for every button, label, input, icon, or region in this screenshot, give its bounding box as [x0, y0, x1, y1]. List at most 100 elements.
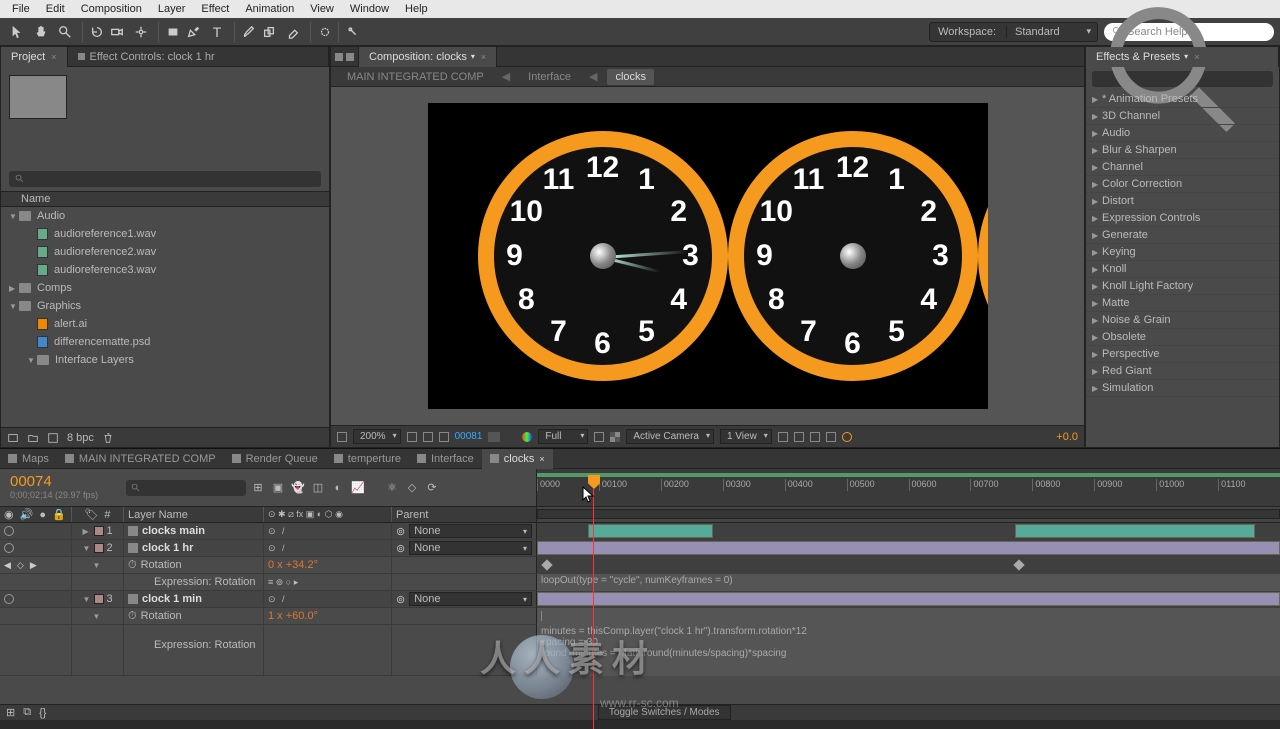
twirl-icon[interactable]: ▼: [93, 612, 103, 621]
draft-3d-icon[interactable]: ▣: [270, 480, 286, 496]
zoom-select[interactable]: 200%: [353, 429, 401, 444]
twirl-icon[interactable]: ▶: [1092, 95, 1102, 104]
pickwhip-icon[interactable]: ⊚: [396, 593, 405, 606]
footer-icon[interactable]: {}: [39, 707, 46, 719]
expression-label[interactable]: Expression: Rotation: [154, 576, 256, 588]
comp-mini-flowchart-icon[interactable]: ⊞: [250, 480, 266, 496]
pickwhip-icon[interactable]: ⊚: [396, 525, 405, 538]
menu-effect[interactable]: Effect: [193, 3, 237, 15]
twirl-icon[interactable]: ▶: [1092, 146, 1102, 155]
visibility-toggle[interactable]: [4, 543, 14, 553]
project-item[interactable]: ▶Comps: [1, 279, 329, 297]
shy-icon[interactable]: 👻: [290, 480, 306, 496]
effect-category[interactable]: ▶Color Correction: [1086, 176, 1279, 193]
twirl-icon[interactable]: ▼: [9, 302, 19, 311]
camera-tool[interactable]: [106, 21, 128, 43]
project-item[interactable]: ▼Graphics: [1, 297, 329, 315]
timeline-tab[interactable]: Maps: [0, 449, 57, 469]
pickwhip-icon[interactable]: ⊚: [396, 542, 405, 555]
effect-category[interactable]: ▶* Animation Presets: [1086, 91, 1279, 108]
layer-name[interactable]: clocks main: [142, 525, 205, 537]
hand-tool[interactable]: [30, 21, 52, 43]
keyframe[interactable]: [1013, 559, 1024, 570]
project-item[interactable]: ▼Interface Layers: [1, 351, 329, 369]
keyframe[interactable]: [541, 559, 552, 570]
twirl-icon[interactable]: ▶: [1092, 180, 1102, 189]
parent-select[interactable]: None: [409, 592, 532, 606]
res-icon[interactable]: [407, 432, 417, 442]
menu-animation[interactable]: Animation: [237, 3, 302, 15]
expression-text[interactable]: loopOut(type = "cycle", numKeyframes = 0…: [541, 575, 733, 586]
twirl-icon[interactable]: ▶: [1092, 163, 1102, 172]
property-rotation[interactable]: Rotation: [141, 559, 182, 571]
next-keyframe[interactable]: ▶: [30, 560, 37, 571]
timeline-search[interactable]: [126, 480, 246, 496]
twirl-icon[interactable]: ▶: [1092, 214, 1102, 223]
tab-project[interactable]: Project×: [1, 47, 68, 67]
composition-viewer[interactable]: 121234567891011 121234567891011 12123456…: [331, 87, 1084, 425]
menu-layer[interactable]: Layer: [150, 3, 194, 15]
menu-composition[interactable]: Composition: [73, 3, 150, 15]
effect-category[interactable]: ▶Channel: [1086, 159, 1279, 176]
close-icon[interactable]: ×: [539, 454, 544, 464]
grid2-icon[interactable]: [423, 432, 433, 442]
views-select[interactable]: 1 View: [720, 429, 772, 444]
twirl-icon[interactable]: ▼: [82, 544, 92, 553]
exposure-reset-icon[interactable]: [842, 432, 852, 442]
puppet-tool[interactable]: [338, 21, 360, 43]
footer-icon[interactable]: ⊞: [6, 706, 15, 719]
tab-composition[interactable]: Composition: clocks▾×: [359, 47, 497, 67]
twirl-icon[interactable]: ▶: [9, 284, 19, 293]
effects-search[interactable]: [1092, 71, 1273, 87]
twirl-icon[interactable]: ▼: [9, 212, 19, 221]
fast-previews-icon[interactable]: [794, 432, 804, 442]
project-item[interactable]: audioreference2.wav: [1, 243, 329, 261]
parent-select[interactable]: None: [409, 524, 532, 538]
effect-category[interactable]: ▶Knoll: [1086, 261, 1279, 278]
zoom-tool[interactable]: [54, 21, 76, 43]
timeline-icon[interactable]: [810, 432, 820, 442]
type-tool[interactable]: T: [206, 21, 228, 43]
timeline-tab[interactable]: Render Queue: [224, 449, 326, 469]
twirl-icon[interactable]: ▶: [1092, 367, 1102, 376]
effect-category[interactable]: ▶3D Channel: [1086, 108, 1279, 125]
project-item[interactable]: alert.ai: [1, 315, 329, 333]
effect-category[interactable]: ▶Noise & Grain: [1086, 312, 1279, 329]
layer-bar[interactable]: [1015, 524, 1255, 538]
bit-depth[interactable]: 8 bpc: [67, 432, 94, 444]
effect-category[interactable]: ▶Generate: [1086, 227, 1279, 244]
expression-label[interactable]: Expression: Rotation: [154, 639, 256, 651]
visibility-toggle[interactable]: [4, 594, 14, 604]
effect-category[interactable]: ▶Simulation: [1086, 380, 1279, 397]
menu-view[interactable]: View: [302, 3, 342, 15]
rotation-value[interactable]: 1 x +60.0°: [268, 610, 318, 622]
tab-effect-controls[interactable]: Effect Controls: clock 1 hr: [68, 47, 329, 67]
timeline-tab[interactable]: MAIN INTEGRATED COMP: [57, 449, 224, 469]
label-color[interactable]: [94, 594, 104, 604]
expression-text[interactable]: minutes = thisComp.layer("clock 1 hr").t…: [541, 626, 807, 659]
timeline-tab[interactable]: temperture: [326, 449, 409, 469]
transparency-icon[interactable]: [610, 432, 620, 442]
effect-category[interactable]: ▶Knoll Light Factory: [1086, 278, 1279, 295]
frame-blend-icon[interactable]: ◫: [310, 480, 326, 496]
live-update-icon[interactable]: ⟳: [424, 480, 440, 496]
tab-effects-presets[interactable]: Effects & Presets▾×: [1086, 47, 1279, 67]
grid-icon[interactable]: [337, 432, 347, 442]
project-search[interactable]: [9, 171, 321, 187]
twirl-icon[interactable]: ▶: [1092, 197, 1102, 206]
snapshot-icon[interactable]: [488, 432, 500, 442]
twirl-icon[interactable]: ▼: [82, 595, 92, 604]
menu-window[interactable]: Window: [342, 3, 397, 15]
exposure-value[interactable]: +0.0: [1056, 431, 1078, 443]
pixel-aspect-icon[interactable]: [778, 432, 788, 442]
project-item[interactable]: audioreference3.wav: [1, 261, 329, 279]
motion-blur-icon[interactable]: ◐: [330, 480, 346, 496]
effect-category[interactable]: ▶Audio: [1086, 125, 1279, 142]
brainstorm-icon[interactable]: ⚛: [384, 480, 400, 496]
layer-name[interactable]: clock 1 hr: [142, 542, 193, 554]
breadcrumb-main[interactable]: MAIN INTEGRATED COMP: [339, 69, 492, 85]
layer-bar[interactable]: [537, 592, 1280, 606]
effect-category[interactable]: ▶Expression Controls: [1086, 210, 1279, 227]
new-comp-icon[interactable]: [47, 432, 59, 444]
add-keyframe[interactable]: ◇: [17, 560, 24, 571]
